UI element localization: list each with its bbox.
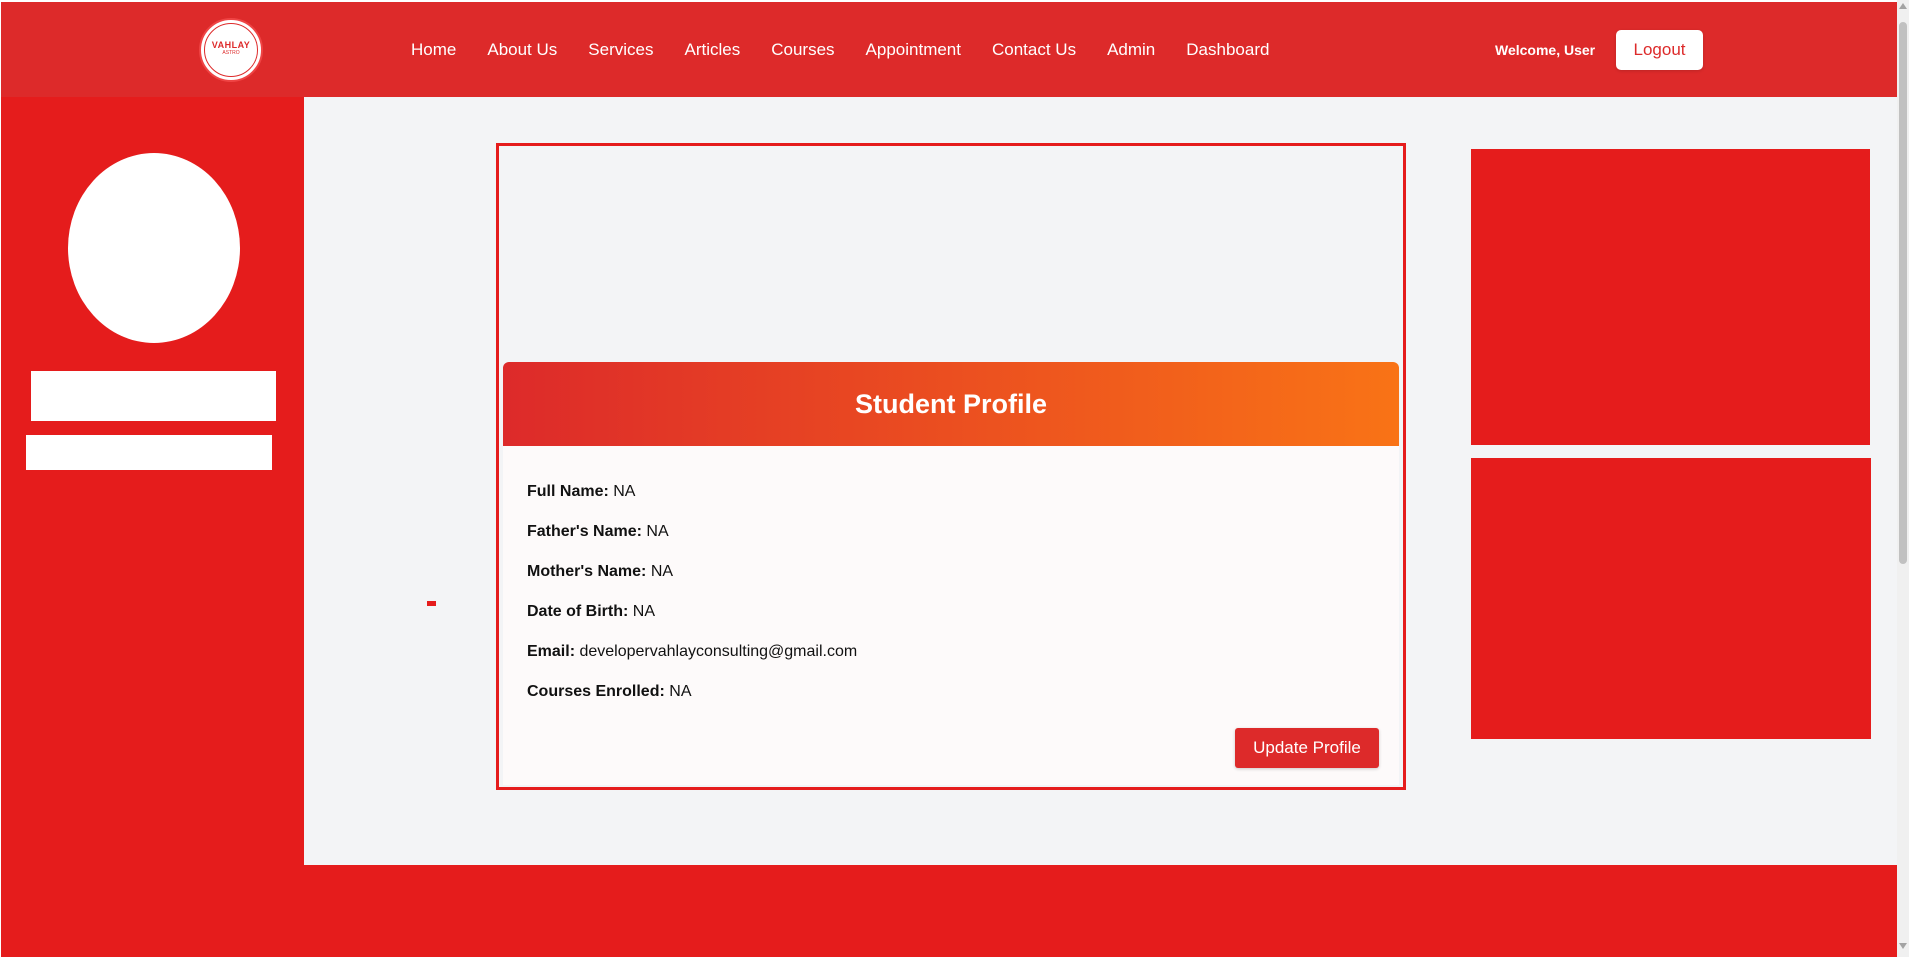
scroll-down-arrow-icon[interactable] <box>1899 943 1907 949</box>
field-label: Mother's Name: <box>527 563 647 580</box>
field-label: Courses Enrolled: <box>527 683 665 700</box>
profile-card-header: Student Profile <box>503 362 1399 446</box>
left-sidebar <box>1 97 304 865</box>
scrollbar-thumb[interactable] <box>1899 22 1907 564</box>
field-date-of-birth: Date of Birth: NA <box>527 603 655 621</box>
nav-articles[interactable]: Articles <box>684 40 740 60</box>
avatar <box>68 153 240 343</box>
field-value: NA <box>650 563 674 580</box>
profile-title: Student Profile <box>854 388 1047 419</box>
field-label: Father's Name: <box>527 523 642 540</box>
field-value: NA <box>646 523 669 540</box>
field-label: Date of Birth: <box>527 603 629 620</box>
update-profile-button[interactable]: Update Profile <box>1235 728 1379 768</box>
footer <box>1 865 1897 957</box>
brand-logo[interactable]: VAHLAY ASTRO <box>199 18 263 82</box>
logo-subtext: ASTRO <box>222 50 240 56</box>
field-courses-enrolled: Courses Enrolled: NA <box>527 683 692 701</box>
logo-text: VAHLAY <box>211 40 251 50</box>
sidebar-placeholder-bar <box>31 371 276 421</box>
nav-appointment[interactable]: Appointment <box>866 40 961 60</box>
right-panel-block <box>1471 458 1871 739</box>
decorative-dash <box>427 601 436 606</box>
vertical-scrollbar[interactable] <box>1897 0 1909 957</box>
nav-admin[interactable]: Admin <box>1107 40 1155 60</box>
field-label: Full Name: <box>527 483 609 500</box>
nav-home[interactable]: Home <box>411 40 456 60</box>
right-panel-block <box>1471 149 1870 445</box>
nav-courses[interactable]: Courses <box>771 40 834 60</box>
field-label: Email: <box>527 643 576 660</box>
field-mothers-name: Mother's Name: NA <box>527 563 673 581</box>
field-value: NA <box>669 683 692 700</box>
nav-about-us[interactable]: About Us <box>487 40 557 60</box>
field-fathers-name: Father's Name: NA <box>527 523 669 541</box>
field-value: NA <box>632 603 656 620</box>
field-full-name: Full Name: NA <box>527 483 635 501</box>
browser-viewport: VAHLAY ASTRO Home About Us Services Arti… <box>0 0 1897 957</box>
scroll-up-arrow-icon[interactable] <box>1899 3 1907 9</box>
nav-dashboard[interactable]: Dashboard <box>1186 40 1269 60</box>
nav-links: Home About Us Services Articles Courses … <box>411 2 1300 97</box>
welcome-text: Welcome, User <box>1495 42 1596 58</box>
nav-contact-us[interactable]: Contact Us <box>992 40 1076 60</box>
field-value: NA <box>613 483 636 500</box>
logout-button[interactable]: Logout <box>1616 30 1703 70</box>
field-email: Email: developervahlayconsulting@gmail.c… <box>527 643 857 661</box>
field-value: developervahlayconsulting@gmail.com <box>579 643 858 660</box>
sidebar-placeholder-bar <box>26 435 272 470</box>
profile-card-body: Full Name: NA Father's Name: NA Mother's… <box>503 446 1399 785</box>
nav-services[interactable]: Services <box>588 40 653 60</box>
top-navbar: VAHLAY ASTRO Home About Us Services Arti… <box>1 2 1897 97</box>
page-frame: VAHLAY ASTRO Home About Us Services Arti… <box>1 2 1897 957</box>
profile-card: Student Profile Full Name: NA Father's N… <box>496 143 1406 790</box>
